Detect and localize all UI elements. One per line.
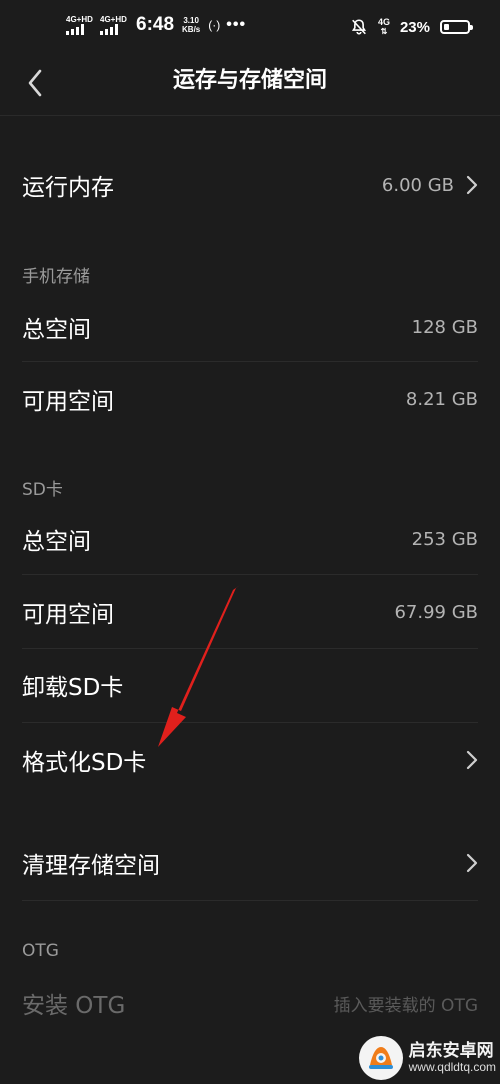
header: 运存与存储空间	[0, 58, 500, 116]
sd-total-space-value: 253 GB	[411, 528, 478, 550]
sim2-signal-icon: 4G+HD	[100, 15, 128, 35]
ram-value: 6.00 GB	[381, 174, 454, 196]
phone-free-space-row: 可用空间 8.21 GB	[0, 366, 500, 432]
sd-total-space-row: 总空间 253 GB	[0, 506, 500, 572]
sd-free-space-value: 67.99 GB	[394, 601, 478, 623]
install-otg-label: 安装 OTG	[22, 993, 126, 1019]
phone-free-space-value: 8.21 GB	[405, 388, 478, 410]
watermark-logo-icon	[358, 1036, 403, 1080]
battery-percent: 23%	[399, 18, 430, 36]
sim1-signal-icon: 4G+HD	[66, 15, 94, 35]
install-otg-hint: 插入要装载的 OTG	[333, 995, 478, 1016]
network-speed: 3.10 KB/s	[182, 16, 200, 34]
row-divider	[22, 722, 478, 723]
phone-total-space-value: 128 GB	[411, 316, 478, 338]
phone-total-space-label: 总空间	[22, 317, 91, 343]
sim1-label: 4G+HD	[66, 15, 93, 24]
network-type: 4G	[377, 17, 390, 27]
phone-storage-section-label: 手机存储	[22, 267, 90, 287]
unmount-sd-label: 卸载SD卡	[22, 675, 124, 701]
format-sd-row[interactable]: 格式化SD卡	[0, 727, 500, 793]
mobile-data-icon: 4G ⇅	[377, 17, 390, 37]
status-left: 4G+HD 4G+HD 6:48 3.10 KB/s (·) •••	[66, 14, 246, 36]
row-divider	[22, 900, 478, 901]
network-speed-unit: KB/s	[182, 25, 201, 34]
sd-free-space-label: 可用空间	[22, 602, 114, 628]
phone-total-space-row: 总空间 128 GB	[0, 294, 500, 360]
row-divider	[22, 361, 478, 362]
chevron-right-icon	[466, 853, 478, 873]
network-speed-value: 3.10	[183, 16, 199, 25]
status-right: 4G ⇅ 23%	[350, 17, 473, 37]
ram-label: 运行内存	[22, 175, 114, 201]
watermark-url: www.qdldtq.com	[408, 1059, 496, 1074]
watermark: 启东安卓网 www.qdldtq.com	[358, 1036, 496, 1080]
chevron-right-icon	[466, 750, 478, 770]
bell-muted-icon	[351, 19, 367, 35]
clean-storage-label: 清理存储空间	[22, 853, 160, 879]
header-divider	[0, 115, 500, 116]
phone-free-space-label: 可用空间	[22, 389, 114, 415]
ram-row[interactable]: 运行内存 6.00 GB	[0, 152, 500, 218]
sd-total-space-label: 总空间	[22, 529, 91, 555]
row-divider	[22, 574, 478, 575]
install-otg-row: 安装 OTG 插入要装载的 OTG	[0, 970, 500, 1036]
sim2-label: 4G+HD	[100, 15, 127, 24]
status-bar: 4G+HD 4G+HD 6:48 3.10 KB/s (·) ••• 4G ⇅ …	[0, 0, 500, 58]
sd-card-section-label: SD卡	[22, 480, 63, 500]
battery-level	[444, 24, 449, 30]
chevron-right-icon	[466, 175, 478, 195]
more-notifications-icon: •••	[226, 16, 247, 33]
battery-icon	[440, 20, 473, 34]
page-title: 运存与存储空间	[172, 68, 327, 93]
status-time: 6:48	[136, 14, 175, 35]
sd-free-space-row: 可用空间 67.99 GB	[0, 579, 500, 645]
row-divider	[22, 648, 478, 649]
unmount-sd-row[interactable]: 卸载SD卡	[0, 652, 500, 718]
watermark-title: 启东安卓网	[408, 1041, 494, 1062]
otg-section-label: OTG	[22, 941, 59, 961]
format-sd-label: 格式化SD卡	[22, 750, 147, 776]
clean-storage-row[interactable]: 清理存储空间	[0, 830, 500, 896]
hotspot-icon: (·)	[208, 18, 221, 32]
